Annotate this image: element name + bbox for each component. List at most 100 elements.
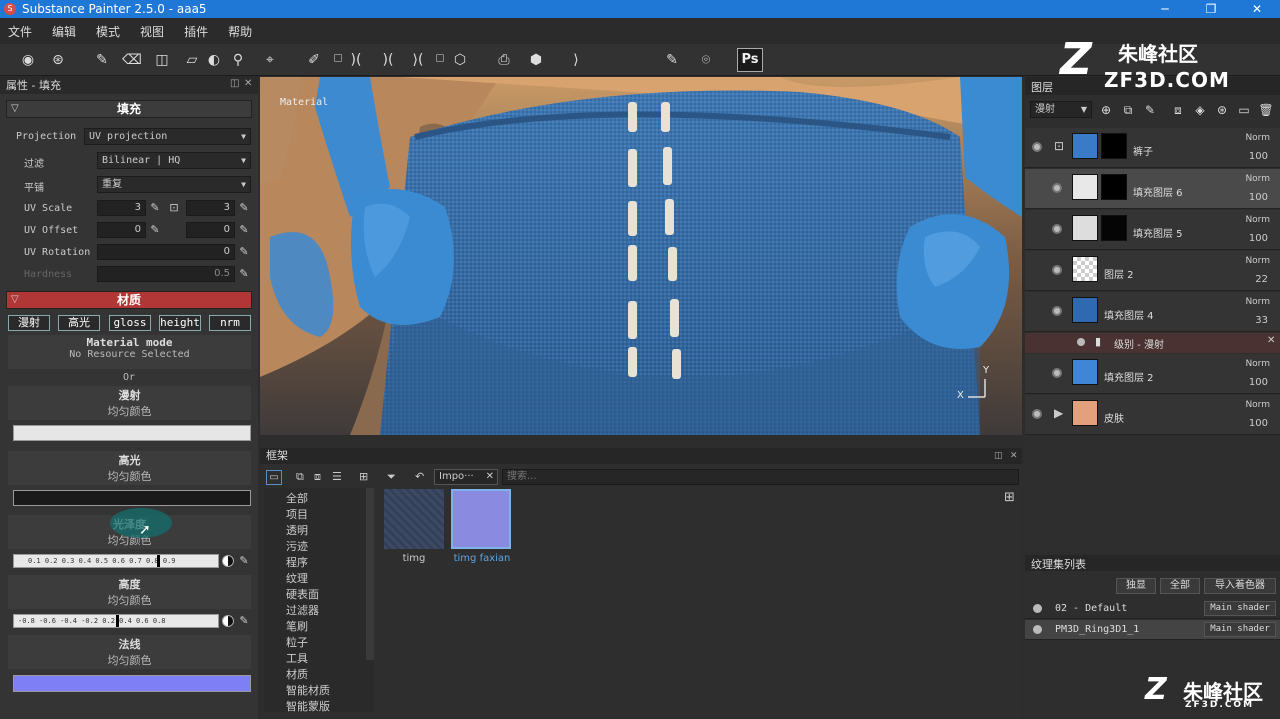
- category-scrollbar[interactable]: [366, 488, 374, 660]
- visibility-icon[interactable]: [1033, 604, 1042, 613]
- layer-row-selected[interactable]: 填充图层 6 Norm 100: [1025, 169, 1280, 209]
- visibility-icon[interactable]: [1052, 368, 1062, 378]
- settings-icon[interactable]: ⊛: [48, 50, 68, 70]
- float-panel-icon[interactable]: ◫: [994, 448, 1003, 464]
- edit-field-icon[interactable]: ✎: [662, 50, 682, 70]
- folder-closed-icon[interactable]: ▶: [1054, 406, 1063, 420]
- menu-mode[interactable]: 模式: [96, 23, 120, 40]
- filter-select[interactable]: Bilinear | HQ ▼: [97, 152, 251, 169]
- filter-icon[interactable]: ⏷: [387, 470, 396, 484]
- layer-opacity[interactable]: 22: [1255, 274, 1268, 285]
- specular-color-swatch[interactable]: [13, 490, 251, 506]
- visibility-icon[interactable]: [1033, 625, 1042, 634]
- layer-opacity[interactable]: 100: [1249, 377, 1268, 388]
- symmetry-x-icon[interactable]: )(: [378, 50, 398, 70]
- texture-set-row[interactable]: 02 - Default Main shader: [1025, 599, 1280, 619]
- solo-button[interactable]: 独显: [1116, 578, 1156, 594]
- list-view-icon[interactable]: ☰: [332, 470, 342, 483]
- pipette-icon[interactable]: ✐: [304, 50, 324, 70]
- layer-blend[interactable]: Norm: [1245, 359, 1270, 369]
- edit-pen-icon[interactable]: ✎: [148, 201, 162, 215]
- uv-scale-v-field[interactable]: 3: [186, 200, 235, 216]
- uv-scale-u-field[interactable]: 3: [97, 200, 146, 216]
- visibility-icon[interactable]: [1052, 183, 1062, 193]
- edit-pen-icon[interactable]: ✎: [237, 614, 251, 628]
- symmetry-z-icon[interactable]: ⟩(: [408, 50, 428, 70]
- diffuse-block[interactable]: 漫射 均匀颜色: [8, 386, 251, 420]
- layer-opacity[interactable]: 33: [1255, 315, 1268, 326]
- add-asset-icon[interactable]: ⊞: [359, 470, 368, 483]
- layer-blend[interactable]: Norm: [1245, 174, 1270, 184]
- category-item[interactable]: 过滤器: [286, 602, 319, 618]
- gloss-invert-icon[interactable]: [222, 555, 234, 567]
- category-item[interactable]: 粒子: [286, 634, 308, 650]
- category-item[interactable]: 材质: [286, 666, 308, 682]
- paint-layer-icon[interactable]: ✎: [1140, 100, 1160, 120]
- layer-blend[interactable]: Norm: [1245, 400, 1270, 410]
- asset-thumbnail-timg[interactable]: [384, 489, 444, 549]
- picker-tool-icon[interactable]: ⌖: [260, 50, 280, 70]
- edit-pen-icon[interactable]: ✎: [237, 245, 251, 259]
- height-slider-handle[interactable]: [116, 615, 119, 627]
- layer-opacity[interactable]: 100: [1249, 418, 1268, 429]
- height-invert-icon[interactable]: [222, 615, 234, 627]
- substance-logo-icon[interactable]: ◉: [18, 50, 38, 70]
- layer-row[interactable]: ⊡ 裤子 Norm 100: [1025, 128, 1280, 168]
- add-effect-icon[interactable]: ⧉: [1118, 100, 1138, 120]
- polygon-fill-icon[interactable]: ▱: [182, 50, 202, 70]
- normal-color-swatch[interactable]: [13, 675, 251, 692]
- edit-pen-icon[interactable]: ✎: [148, 223, 162, 237]
- edit-pen-icon[interactable]: ✎: [237, 554, 251, 568]
- category-item[interactable]: 智能材质: [286, 682, 330, 698]
- mask-icon[interactable]: ⊕: [1096, 100, 1116, 120]
- layer-blend[interactable]: Norm: [1245, 297, 1270, 307]
- close-icon[interactable]: ✕: [1234, 0, 1280, 18]
- category-item[interactable]: 透明: [286, 522, 308, 538]
- visibility-icon[interactable]: [1052, 306, 1062, 316]
- channel-specular-button[interactable]: 高光: [58, 315, 100, 331]
- category-item[interactable]: 程序: [286, 554, 308, 570]
- material-mode-block[interactable]: Material mode No Resource Selected: [8, 335, 251, 369]
- channel-height-button[interactable]: height: [159, 315, 201, 331]
- uv-offset-v-field[interactable]: 0: [186, 222, 235, 238]
- category-item[interactable]: 污迹: [286, 538, 308, 554]
- close-panel-icon[interactable]: ✕: [1010, 448, 1018, 464]
- channel-select[interactable]: 漫射 ▼: [1030, 101, 1092, 118]
- import-icon[interactable]: ⧈: [314, 470, 321, 484]
- material-view-icon[interactable]: ⬡: [450, 50, 470, 70]
- restore-icon[interactable]: ❐: [1188, 0, 1234, 18]
- projection-tool-icon[interactable]: ◫: [152, 50, 172, 70]
- visibility-icon[interactable]: [1077, 338, 1085, 346]
- camera-icon[interactable]: ⎙: [494, 50, 514, 70]
- category-item[interactable]: 项目: [286, 506, 308, 522]
- height-block[interactable]: 高度 均匀颜色: [8, 575, 251, 609]
- layer-blend[interactable]: Norm: [1245, 133, 1270, 143]
- layer-row[interactable]: 图层 2 Norm 22: [1025, 251, 1280, 291]
- layer-row[interactable]: 填充图层 4 Norm 33: [1025, 292, 1280, 332]
- clone-tool-icon[interactable]: ⚲: [228, 50, 248, 70]
- gloss-slider[interactable]: 0.1 0.2 0.3 0.4 0.5 0.6 0.7 0.8 0.9: [13, 554, 219, 568]
- all-button[interactable]: 全部: [1160, 578, 1200, 594]
- height-slider[interactable]: -0.8 -0.6 -0.4 -0.2 0.2 0.4 0.6 0.8: [13, 614, 219, 628]
- smudge-tool-icon[interactable]: ◐: [204, 50, 224, 70]
- toolbar-expand-icon[interactable]: [334, 54, 342, 62]
- filter-tag[interactable]: Impo··· ✕: [434, 469, 498, 485]
- float-panel-icon[interactable]: ◫: [230, 78, 239, 89]
- gloss-slider-handle[interactable]: [157, 555, 160, 567]
- visibility-icon[interactable]: [1032, 409, 1042, 419]
- edit-pen-icon[interactable]: ✎: [237, 201, 251, 215]
- asset-search-input[interactable]: 搜索...: [502, 469, 1019, 485]
- photoshop-export-button[interactable]: Ps: [737, 48, 763, 72]
- layer-blend[interactable]: Norm: [1245, 256, 1270, 266]
- normal-block[interactable]: 法线 均匀颜色: [8, 635, 251, 669]
- menu-file[interactable]: 文件: [8, 23, 32, 40]
- category-item[interactable]: 全部: [286, 490, 308, 506]
- symmetry-icon[interactable]: )(: [346, 50, 366, 70]
- layer-row[interactable]: ▶ 皮肤 Norm 100: [1025, 395, 1280, 435]
- remove-effect-icon[interactable]: ✕: [1267, 335, 1275, 346]
- channel-normal-button[interactable]: nrm: [209, 315, 251, 331]
- eraser-tool-icon[interactable]: ⌫: [122, 50, 142, 70]
- shader-select[interactable]: Main shader: [1204, 622, 1276, 637]
- diffuse-color-swatch[interactable]: [13, 425, 251, 441]
- effect-row[interactable]: ▮ 级别 - 漫射 ✕: [1025, 333, 1280, 353]
